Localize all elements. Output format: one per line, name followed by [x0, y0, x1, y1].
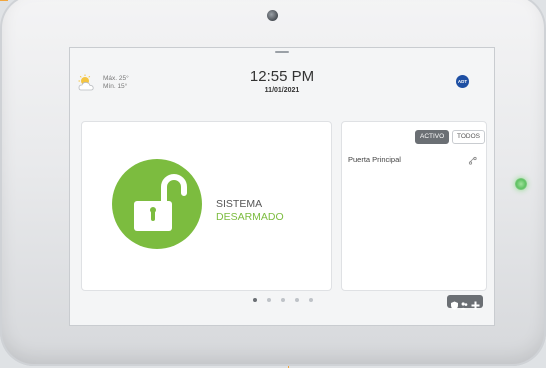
system-status-card[interactable]: SISTEMA DESARMADO — [81, 121, 332, 291]
clock-time: 12:55 PM — [249, 68, 315, 85]
tab-all[interactable]: TODOS — [452, 130, 485, 144]
page-dot[interactable] — [253, 298, 257, 302]
page-dot[interactable] — [267, 298, 271, 302]
arm-status-button[interactable] — [112, 159, 202, 249]
sensor-list-card: ACTIVO TODOS Puerta Principal — [341, 121, 487, 291]
people-icon[interactable] — [460, 297, 469, 310]
page-dot[interactable] — [295, 298, 299, 302]
shield-icon[interactable] — [450, 297, 459, 310]
clock-date: 11/01/2021 — [264, 87, 300, 94]
quick-actions-bar[interactable] — [447, 295, 483, 310]
status-light — [515, 178, 527, 190]
system-label: SISTEMA — [216, 198, 263, 210]
unlocked-padlock-icon — [134, 174, 187, 231]
pull-down-handle[interactable] — [275, 51, 289, 53]
page-dot[interactable] — [281, 298, 285, 302]
door-sensor-icon — [468, 156, 477, 165]
plus-icon[interactable] — [471, 297, 480, 310]
camera-icon — [267, 10, 278, 21]
system-state: DESARMADO — [216, 211, 284, 223]
list-item[interactable]: Puerta Principal — [348, 155, 480, 167]
brand-logo[interactable]: ADT — [456, 75, 469, 88]
tab-active[interactable]: ACTIVO — [415, 130, 450, 144]
page-dot[interactable] — [309, 298, 313, 302]
sensor-name: Puerta Principal — [348, 155, 401, 164]
touchscreen: Máx. 25° Mín. 15° 12:55 PM 11/01/2021 AD… — [69, 47, 495, 326]
